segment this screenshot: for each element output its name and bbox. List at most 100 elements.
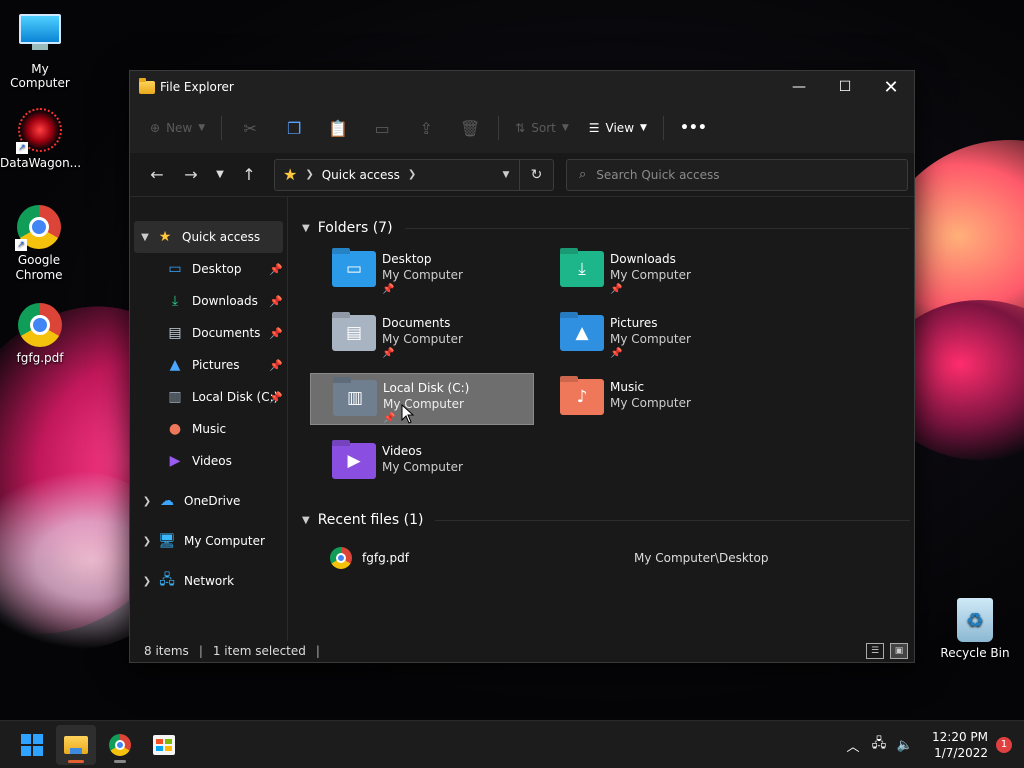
desktop-icon-recycle-bin[interactable]: ♻ Recycle Bin bbox=[935, 598, 1015, 660]
delete-button[interactable]: 🗑 bbox=[448, 111, 492, 145]
folder-tile-documents[interactable]: ▤ Documents My Computer 📌 bbox=[310, 309, 534, 361]
picture-icon: ▲ bbox=[169, 357, 181, 373]
download-icon: ⤓ bbox=[171, 293, 179, 309]
tiles-view-button[interactable]: ▣ bbox=[890, 643, 908, 659]
sidebar-item-desktop[interactable]: ▭ Desktop 📌 bbox=[130, 253, 287, 285]
volume-icon[interactable]: 🔈 bbox=[892, 738, 918, 753]
start-button[interactable] bbox=[12, 725, 52, 765]
clock-time: 12:20 PM bbox=[932, 730, 988, 744]
folder-name: Videos bbox=[382, 444, 422, 458]
chevron-right-icon[interactable]: ❯ bbox=[408, 169, 416, 180]
sidebar-item-local-disk[interactable]: ▥ Local Disk (C:) 📌 bbox=[130, 381, 287, 413]
sidebar-item-quick-access[interactable]: ▼ ★ Quick access bbox=[134, 221, 283, 253]
sidebar-item-label: Pictures bbox=[192, 358, 240, 372]
sidebar-item-network[interactable]: ❯ 🖧 Network bbox=[130, 565, 287, 597]
running-indicator bbox=[114, 759, 126, 763]
minimize-button[interactable]: — bbox=[776, 71, 822, 103]
search-input[interactable] bbox=[596, 167, 877, 182]
chevron-down-icon: ▼ bbox=[198, 123, 206, 133]
expand-chevron-icon[interactable]: ❯ bbox=[136, 496, 158, 507]
refresh-button[interactable]: ↻ bbox=[519, 159, 553, 190]
recent-file-row[interactable]: fgfg.pdf My Computer\Desktop bbox=[296, 543, 914, 573]
folders-section-header[interactable]: ▼ Folders (7) bbox=[296, 213, 914, 243]
sidebar-item-onedrive[interactable]: ❯ ☁ OneDrive bbox=[130, 485, 287, 517]
paste-button[interactable]: 📋 bbox=[316, 111, 360, 145]
desktop-icon-fgfg-pdf[interactable]: fgfg.pdf bbox=[0, 303, 80, 365]
maximize-button[interactable]: ☐ bbox=[822, 71, 868, 103]
taskbar-store[interactable] bbox=[144, 725, 184, 765]
share-button[interactable]: ⇪ bbox=[404, 111, 448, 145]
folder-name: Downloads bbox=[610, 252, 676, 266]
details-view-button[interactable]: ☰ bbox=[866, 643, 884, 659]
mouse-cursor-icon bbox=[401, 404, 415, 424]
expand-chevron-icon[interactable]: ▼ bbox=[134, 232, 156, 243]
sidebar-item-videos[interactable]: ▶ Videos bbox=[130, 445, 287, 477]
sidebar-item-documents[interactable]: ▤ Documents 📌 bbox=[130, 317, 287, 349]
section-divider bbox=[435, 519, 910, 521]
close-button[interactable]: ✕ bbox=[868, 71, 914, 103]
clock[interactable]: 12:20 PM 1/7/2022 bbox=[932, 729, 988, 761]
folder-tile-local-disk[interactable]: ▥ Local Disk (C:) My Computer 📌 bbox=[310, 373, 534, 425]
show-hidden-icons-button[interactable]: ︿ bbox=[840, 736, 866, 755]
notification-badge[interactable]: 1 bbox=[996, 737, 1012, 753]
shortcut-arrow-icon: ↗ bbox=[15, 239, 27, 251]
sidebar-item-label: Downloads bbox=[192, 294, 258, 308]
rename-button[interactable]: ▭ bbox=[360, 111, 404, 145]
details-view-icon: ☰ bbox=[870, 646, 880, 656]
forward-button[interactable]: → bbox=[174, 160, 208, 190]
expand-chevron-icon[interactable]: ❯ bbox=[136, 576, 158, 587]
more-options-button[interactable]: ••• bbox=[670, 111, 717, 145]
pin-icon: 📌 bbox=[610, 348, 623, 359]
sort-button[interactable]: ⇅ Sort ▼ bbox=[505, 111, 579, 145]
toolbar-divider bbox=[498, 116, 500, 140]
folder-icon bbox=[139, 77, 155, 94]
search-box: ⌕ bbox=[566, 158, 908, 191]
desktop-icon-my-computer[interactable]: My Computer bbox=[0, 10, 80, 90]
folder-tile-videos[interactable]: ▶ Videos My Computer bbox=[310, 437, 534, 489]
recent-files-section-header[interactable]: ▼ Recent files (1) bbox=[296, 505, 914, 535]
shortcut-arrow-icon: ↗ bbox=[16, 142, 28, 154]
sidebar-item-downloads[interactable]: ⤓ Downloads 📌 bbox=[130, 285, 287, 317]
pin-icon: 📌 bbox=[269, 262, 283, 276]
breadcrumb-quick-access[interactable]: Quick access bbox=[322, 168, 400, 182]
arrow-up-icon: ↑ bbox=[242, 165, 256, 184]
store-icon bbox=[153, 734, 175, 755]
network-icon: 🖧 bbox=[159, 572, 175, 588]
desktop-icon: ▭ bbox=[168, 261, 182, 277]
view-button[interactable]: ☰ View ▼ bbox=[579, 111, 657, 145]
sidebar-item-my-computer[interactable]: ❯ 🖥 My Computer bbox=[130, 525, 287, 557]
back-button[interactable]: ← bbox=[140, 160, 174, 190]
desktop-icon-google-chrome[interactable]: ↗ Google Chrome bbox=[0, 205, 78, 283]
up-button[interactable]: ↑ bbox=[232, 160, 266, 190]
navigation-bar: ← → ▼ ↑ ★ ❯ Quick access ❯ ▼ ↻ ⌕ bbox=[130, 153, 914, 197]
sidebar-item-music[interactable]: ● Music bbox=[130, 413, 287, 445]
desktop-icon-label: My Computer bbox=[10, 62, 70, 90]
title-bar[interactable]: File Explorer — ☐ ✕ bbox=[130, 71, 914, 103]
network-icon[interactable]: 🖧 bbox=[866, 734, 892, 756]
active-indicator bbox=[68, 759, 84, 763]
folder-tile-downloads[interactable]: ⤓ Downloads My Computer 📌 bbox=[538, 245, 762, 297]
folder-tile-pictures[interactable]: ▲ Pictures My Computer 📌 bbox=[538, 309, 762, 361]
sidebar-item-pictures[interactable]: ▲ Pictures 📌 bbox=[130, 349, 287, 381]
chrome-icon bbox=[330, 547, 352, 569]
desktop-icon-datawagon[interactable]: ↗ DataWagon... bbox=[0, 108, 81, 170]
taskbar-file-explorer[interactable] bbox=[56, 724, 96, 765]
address-dropdown-icon[interactable]: ▼ bbox=[493, 170, 519, 180]
folder-tile-music[interactable]: ♪ Music My Computer bbox=[538, 373, 762, 425]
taskbar-chrome[interactable] bbox=[100, 725, 140, 765]
pin-icon: 📌 bbox=[382, 348, 395, 359]
more-icon: ••• bbox=[679, 120, 707, 136]
new-button[interactable]: ⊕ New ▼ bbox=[140, 111, 215, 145]
desktop-icon-label: fgfg.pdf bbox=[16, 351, 64, 365]
address-bar[interactable]: ★ ❯ Quick access ❯ ▼ ↻ bbox=[274, 158, 554, 191]
view-label: View bbox=[605, 121, 635, 135]
folder-tile-desktop[interactable]: ▭ Desktop My Computer 📌 bbox=[310, 245, 534, 297]
recycle-bin-icon: ♻ bbox=[953, 598, 997, 642]
cut-button[interactable]: ✂ bbox=[228, 111, 272, 145]
expand-chevron-icon[interactable]: ❯ bbox=[136, 536, 158, 547]
view-list-icon: ☰ bbox=[588, 121, 600, 135]
recent-locations-button[interactable]: ▼ bbox=[208, 160, 232, 190]
trash-icon: 🗑 bbox=[460, 118, 481, 138]
pictures-folder-icon: ▲ bbox=[560, 315, 604, 351]
copy-button[interactable]: ❐ bbox=[272, 111, 316, 145]
